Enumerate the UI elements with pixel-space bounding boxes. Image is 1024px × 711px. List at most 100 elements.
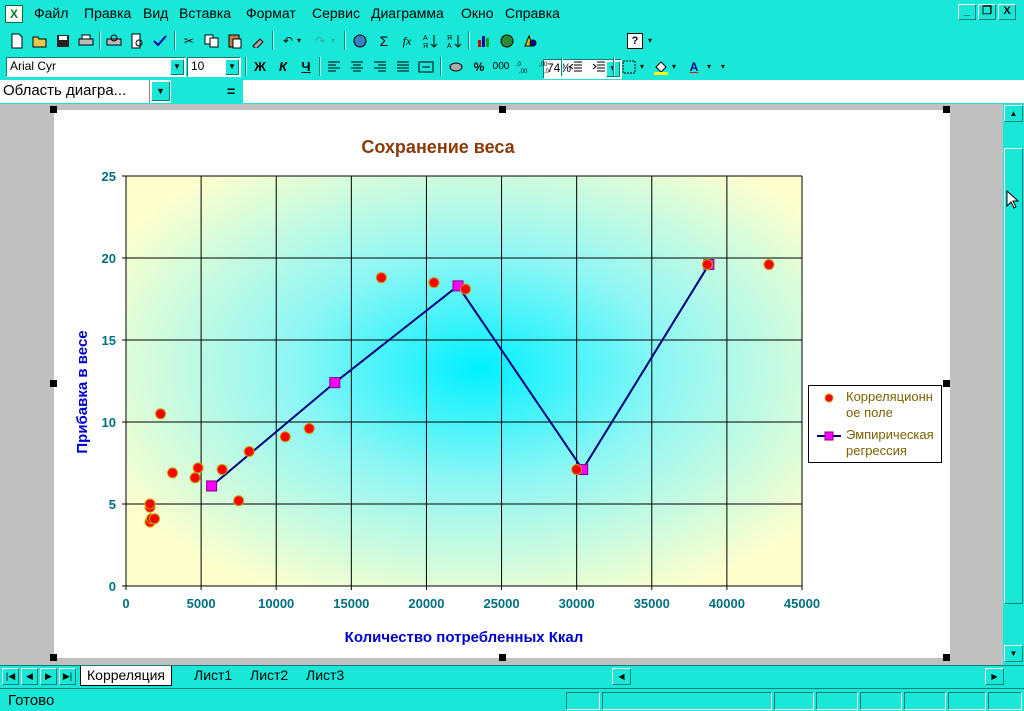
currency-icon[interactable] (446, 57, 466, 76)
decrease-decimal-icon[interactable]: ,00,0 (537, 57, 557, 76)
scroll-thumb[interactable] (1004, 148, 1023, 604)
first-sheet-icon[interactable]: |◀ (2, 668, 19, 685)
scroll-up-icon[interactable]: ▲ (1004, 105, 1023, 122)
chart-title[interactable]: Сохранение веса (361, 137, 515, 157)
new-document-icon[interactable] (7, 31, 27, 50)
toolbar-options-icon[interactable]: ▾ (718, 57, 728, 76)
align-left-icon[interactable] (324, 57, 344, 76)
redo-icon[interactable]: ↷ (310, 31, 330, 50)
close-button[interactable]: X (998, 4, 1016, 20)
help-dropdown-icon[interactable]: ▾ (645, 31, 655, 50)
save-icon[interactable] (53, 31, 73, 50)
toolbar-separator (468, 31, 470, 50)
selection-handle[interactable] (50, 106, 57, 113)
copy-icon[interactable] (202, 31, 222, 50)
scatter-point (375, 272, 387, 284)
fill-color-icon[interactable] (651, 57, 671, 76)
chevron-down-icon[interactable]: ▼ (225, 59, 239, 75)
x-axis-label[interactable]: Количество потребленных Ккал (345, 629, 584, 646)
borders-icon[interactable] (619, 57, 639, 76)
chart-legend[interactable]: Корреляционн ое поле Эмпирическая регрес… (808, 385, 942, 463)
font-color-dropdown-icon[interactable]: ▾ (704, 57, 714, 76)
tab-sheet2[interactable]: Лист2 (244, 666, 294, 686)
font-size-combo[interactable]: 10 ▼ (187, 57, 241, 77)
print-preview-icon[interactable] (104, 31, 124, 50)
justify-icon[interactable] (393, 57, 413, 76)
prev-sheet-icon[interactable]: ◀ (21, 668, 38, 685)
percent-button[interactable]: % (469, 57, 489, 76)
decrease-indent-icon[interactable] (566, 57, 586, 76)
thousands-button[interactable]: 000 (491, 57, 511, 76)
selection-handle[interactable] (50, 654, 57, 661)
paste-icon[interactable] (225, 31, 245, 50)
horizontal-scrollbar[interactable]: ◀ ▶ (612, 668, 1004, 685)
preview-icon[interactable] (127, 31, 147, 50)
menu-edit[interactable]: Правка (84, 5, 131, 21)
cut-icon[interactable]: ✂ (179, 31, 199, 50)
tab-correlation[interactable]: Корреляция (80, 666, 173, 686)
menu-format[interactable]: Формат (246, 5, 296, 21)
print-icon[interactable] (76, 31, 96, 50)
sort-descending-icon[interactable]: ЯА (444, 31, 464, 50)
font-color-icon[interactable]: A (684, 57, 704, 76)
map-icon[interactable] (497, 31, 517, 50)
redo-dropdown-icon[interactable]: ▾ (328, 31, 338, 50)
spelling-icon[interactable] (150, 31, 170, 50)
restore-button[interactable]: ❐ (978, 4, 996, 20)
selection-handle[interactable] (943, 380, 950, 387)
align-center-icon[interactable] (347, 57, 367, 76)
vertical-scrollbar[interactable]: ▲ ▼ (1003, 104, 1024, 665)
last-sheet-icon[interactable]: ▶| (59, 668, 76, 685)
function-icon[interactable]: fx (397, 31, 417, 50)
menu-insert[interactable]: Вставка (179, 5, 231, 21)
equals-sign[interactable]: = (227, 83, 235, 99)
italic-button[interactable]: К (273, 57, 293, 76)
bold-button[interactable]: Ж (250, 57, 270, 76)
menu-window[interactable]: Окно (461, 5, 494, 21)
fill-dropdown-icon[interactable]: ▾ (669, 57, 679, 76)
chart-wizard-icon[interactable] (474, 31, 494, 50)
align-right-icon[interactable] (370, 57, 390, 76)
selection-handle[interactable] (943, 654, 950, 661)
next-sheet-icon[interactable]: ▶ (40, 668, 57, 685)
tab-sheet1[interactable]: Лист1 (188, 666, 238, 686)
increase-decimal-icon[interactable]: ,0,00 (514, 57, 534, 76)
y-axis-label[interactable]: Прибавка в весе (74, 330, 91, 453)
excel-app-icon[interactable]: X (5, 5, 23, 23)
sort-ascending-icon[interactable]: АЯ (420, 31, 440, 50)
drawing-icon[interactable] (520, 31, 540, 50)
help-icon[interactable]: ? (627, 33, 643, 49)
selection-handle[interactable] (499, 106, 506, 113)
plot-area[interactable] (126, 176, 802, 586)
selection-handle[interactable] (499, 654, 506, 661)
chevron-down-icon[interactable]: ▼ (170, 59, 184, 75)
selection-handle[interactable] (943, 106, 950, 113)
hyperlink-icon[interactable] (350, 31, 370, 50)
menu-help[interactable]: Справка (505, 5, 560, 21)
open-folder-icon[interactable] (30, 31, 50, 50)
menu-tools[interactable]: Сервис (312, 5, 360, 21)
menu-chart[interactable]: Диаграмма (371, 5, 444, 21)
merge-center-icon[interactable] (416, 57, 436, 76)
undo-dropdown-icon[interactable]: ▾ (294, 31, 304, 50)
chevron-down-icon[interactable]: ▼ (151, 81, 170, 101)
increase-indent-icon[interactable] (589, 57, 609, 76)
autosum-icon[interactable]: Σ (374, 31, 394, 50)
menu-file[interactable]: Файл (34, 5, 68, 21)
font-name-combo[interactable]: Arial Cyr ▼ (6, 57, 186, 77)
chart-area[interactable]: Сохранение веса 0 5000 10000 15000 20000 2500… (54, 110, 950, 658)
underline-button[interactable]: Ч (296, 57, 316, 76)
toolbar-separator (319, 57, 321, 76)
font-size-value: 10 (191, 59, 205, 73)
format-painter-icon[interactable] (248, 31, 268, 50)
selection-handle[interactable] (50, 380, 57, 387)
tab-sheet3[interactable]: Лист3 (300, 666, 350, 686)
minimize-button[interactable]: _ (958, 4, 976, 20)
toolbar-separator (440, 57, 442, 76)
menu-view[interactable]: Вид (143, 5, 168, 21)
borders-dropdown-icon[interactable]: ▾ (637, 57, 647, 76)
scroll-right-icon[interactable]: ▶ (985, 668, 1004, 685)
scroll-left-icon[interactable]: ◀ (612, 668, 631, 685)
scroll-down-icon[interactable]: ▼ (1004, 645, 1023, 662)
name-box[interactable]: Область диагра... (0, 80, 150, 103)
